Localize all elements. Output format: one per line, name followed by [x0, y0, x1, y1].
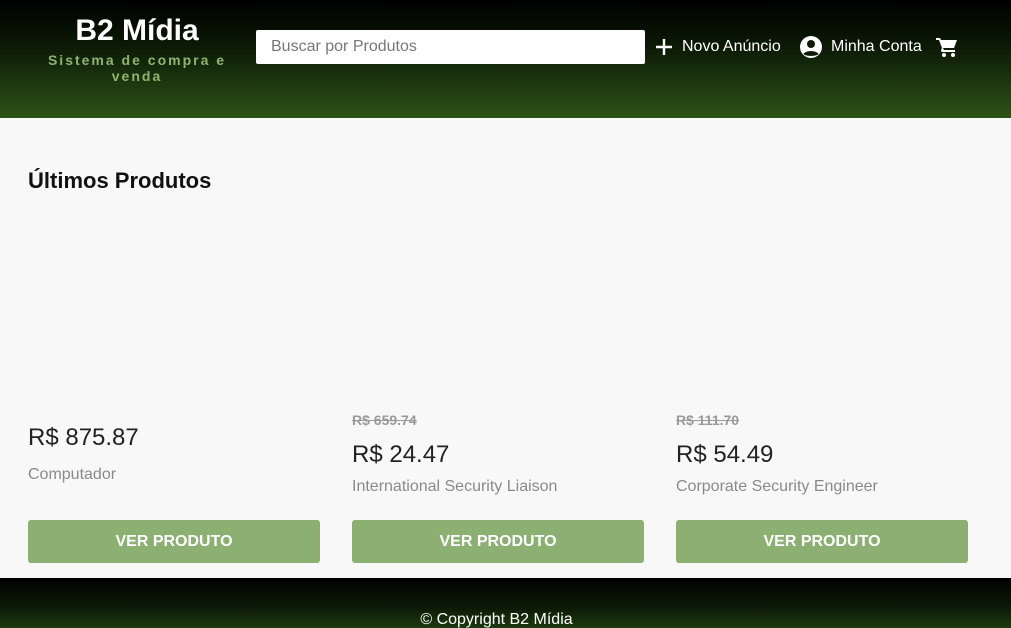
main-content: Últimos Produtos R$ 875.87 Computador VE… [0, 118, 1011, 578]
account-circle-icon [799, 35, 823, 59]
product-name: International Security Liaison [352, 478, 558, 495]
copyright-text: © Copyright B2 Mídia [420, 611, 573, 628]
shopping-cart-icon [935, 35, 959, 59]
product-price: R$ 54.49 [676, 441, 774, 468]
view-product-button[interactable]: VER PRODUTO [352, 520, 644, 563]
account-link[interactable]: Minha Conta [799, 34, 922, 60]
brand[interactable]: B2 Mídia Sistema de compra e venda [40, 12, 234, 84]
account-label: Minha Conta [831, 38, 922, 55]
product-price: R$ 875.87 [28, 424, 139, 451]
site-header: B2 Mídia Sistema de compra e venda Novo … [0, 0, 1011, 118]
site-footer: © Copyright B2 Mídia [0, 578, 1011, 628]
plus-icon [654, 37, 674, 57]
view-product-button[interactable]: VER PRODUTO [676, 520, 968, 563]
product-card: R$ 111.70 R$ 54.49 Corporate Security En… [676, 118, 968, 578]
cart-button[interactable] [935, 34, 959, 60]
product-card: R$ 659.74 R$ 24.47 International Securit… [352, 118, 644, 578]
search-input[interactable] [256, 30, 645, 64]
brand-subtitle: Sistema de compra e venda [47, 52, 227, 84]
product-card: R$ 875.87 Computador VER PRODUTO [28, 118, 320, 578]
new-ad-label: Novo Anúncio [682, 38, 781, 55]
product-price: R$ 24.47 [352, 441, 450, 468]
product-old-price: R$ 659.74 [352, 412, 417, 428]
product-name: Corporate Security Engineer [676, 478, 878, 495]
product-name: Computador [28, 466, 117, 483]
view-product-button[interactable]: VER PRODUTO [28, 520, 320, 563]
new-ad-link[interactable]: Novo Anúncio [654, 34, 781, 60]
brand-title[interactable]: B2 Mídia [40, 12, 234, 50]
product-old-price: R$ 111.70 [676, 412, 740, 428]
